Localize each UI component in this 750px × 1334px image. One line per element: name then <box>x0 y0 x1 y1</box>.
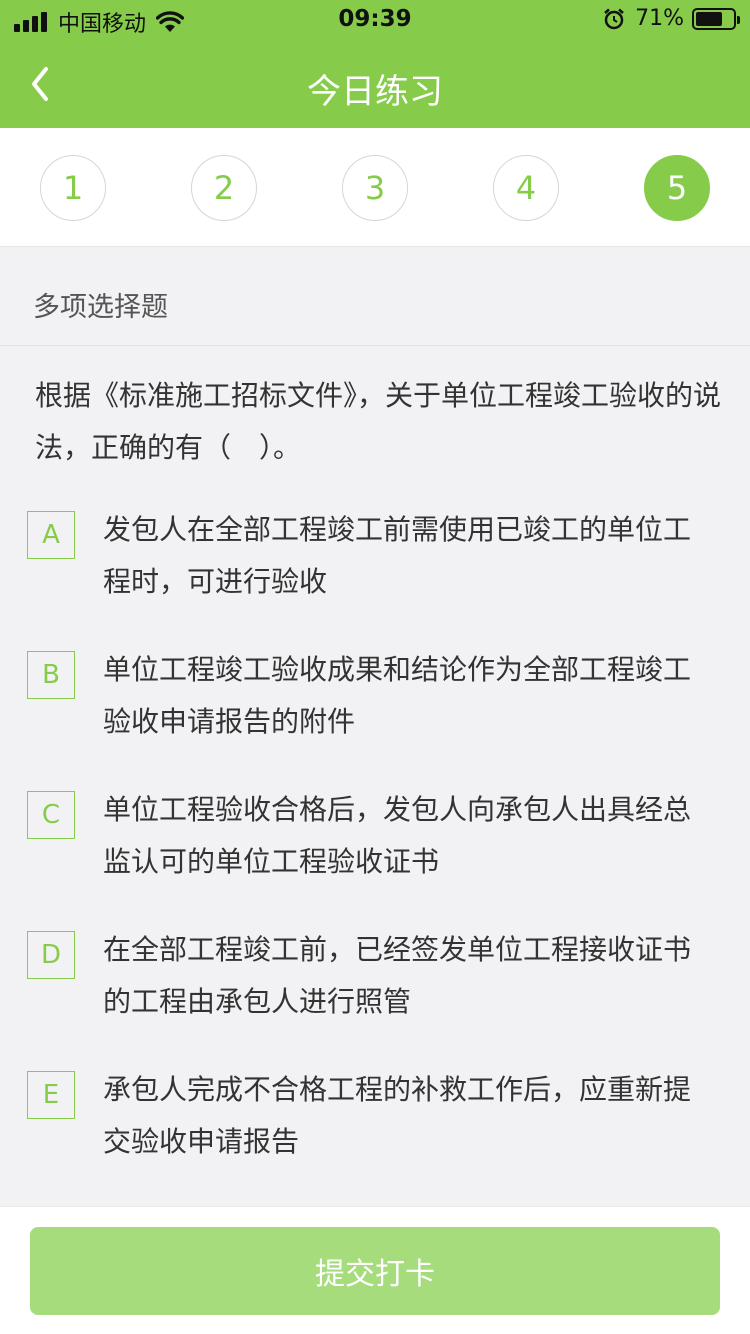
question-step-indicator: 1 2 3 4 5 <box>0 128 750 247</box>
step-5[interactable]: 5 <box>644 155 710 221</box>
battery-level-fill <box>696 11 722 26</box>
option-a[interactable]: A 发包人在全部工程竣工前需使用已竣工的单位工程时，可进行验收 <box>0 508 750 618</box>
option-text: 单位工程竣工验收成果和结论作为全部工程竣工验收申请报告的附件 <box>103 653 692 738</box>
question-type-row: 多项选择题 <box>0 247 750 346</box>
navigation-bar: 今日练习 <box>0 40 750 128</box>
submit-checkin-button[interactable]: 提交打卡 <box>30 1227 720 1315</box>
step-3[interactable]: 3 <box>342 155 408 221</box>
bottom-bar: 提交打卡 <box>0 1206 750 1334</box>
battery-icon <box>692 7 740 30</box>
question-text: 根据《标准施工招标文件》，关于单位工程竣工验收的说法，正确的有（ ）。 <box>35 379 722 464</box>
option-key-box[interactable]: D <box>27 931 75 979</box>
option-text: 承包人完成不合格工程的补救工作后，应重新提交验收申请报告 <box>103 1073 692 1158</box>
step-2[interactable]: 2 <box>191 155 257 221</box>
option-text: 单位工程验收合格后，发包人向承包人出具经总监认可的单位工程验收证书 <box>103 793 692 878</box>
status-bar: 中国移动 09:39 71% <box>0 0 750 40</box>
option-key-box[interactable]: C <box>27 791 75 839</box>
option-key-box[interactable]: E <box>27 1071 75 1119</box>
header: 中国移动 09:39 71% 今日练习 <box>0 0 750 128</box>
option-d[interactable]: D 在全部工程竣工前，已经签发单位工程接收证书的工程由承包人进行照管 <box>0 928 750 1038</box>
option-key-box[interactable]: A <box>27 511 75 559</box>
battery-percent: 71% <box>635 6 684 31</box>
step-4[interactable]: 4 <box>493 155 559 221</box>
option-b[interactable]: B 单位工程竣工验收成果和结论作为全部工程竣工验收申请报告的附件 <box>0 648 750 758</box>
option-text: 在全部工程竣工前，已经签发单位工程接收证书的工程由承包人进行照管 <box>103 933 692 1018</box>
option-e[interactable]: E 承包人完成不合格工程的补救工作后，应重新提交验收申请报告 <box>0 1068 750 1178</box>
option-c[interactable]: C 单位工程验收合格后，发包人向承包人出具经总监认可的单位工程验收证书 <box>0 788 750 898</box>
option-key-box[interactable]: B <box>27 651 75 699</box>
option-text: 发包人在全部工程竣工前需使用已竣工的单位工程时，可进行验收 <box>103 513 692 598</box>
step-1[interactable]: 1 <box>40 155 106 221</box>
page-title: 今日练习 <box>307 72 443 112</box>
question-type-label: 多项选择题 <box>33 292 168 323</box>
alarm-icon <box>604 8 624 29</box>
